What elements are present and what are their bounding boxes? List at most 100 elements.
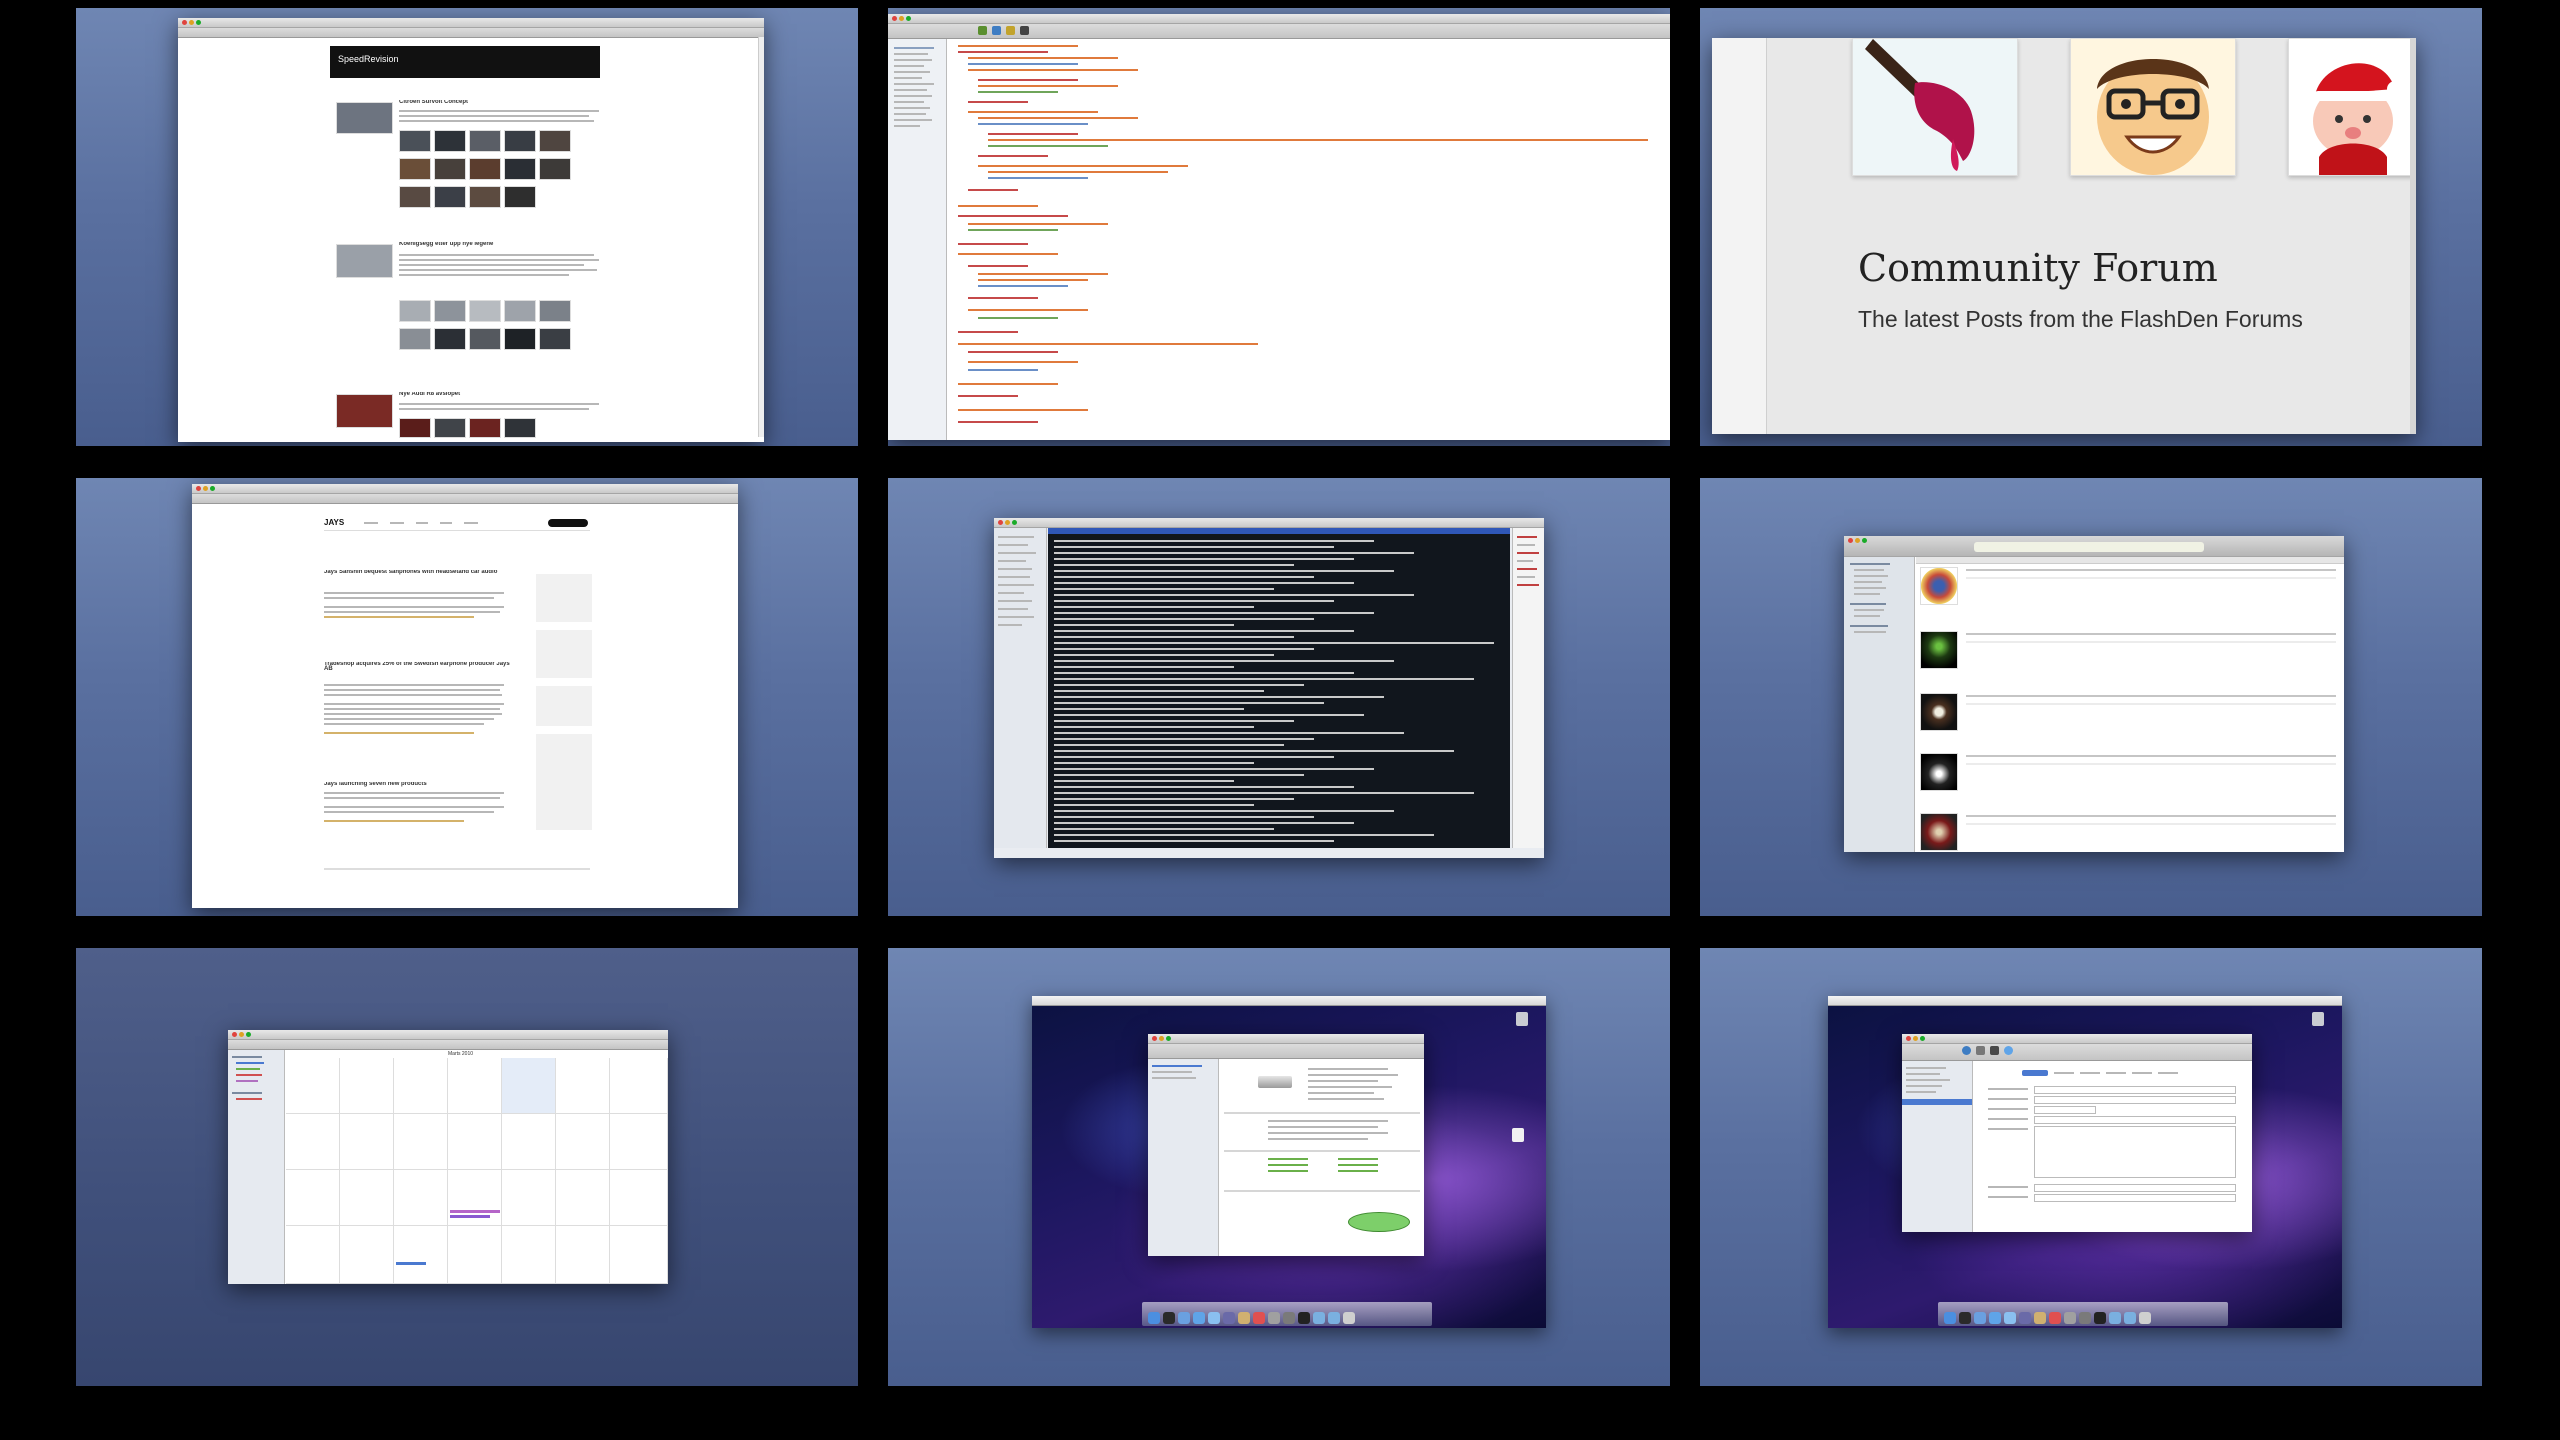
space-8[interactable] xyxy=(888,948,1670,1386)
window-titlebar[interactable] xyxy=(1844,536,2344,557)
now-playing-display xyxy=(1974,542,2204,552)
site-header: SpeedRevision xyxy=(330,46,600,78)
ical-icon xyxy=(1253,1312,1265,1324)
article-title[interactable]: Jays Sanshin bequest sanphones with head… xyxy=(324,570,504,575)
text-field[interactable] xyxy=(2034,1096,2236,1104)
desktop[interactable] xyxy=(1032,996,1546,1328)
track-list[interactable] xyxy=(1916,557,2344,852)
dock[interactable] xyxy=(1938,1302,2228,1326)
calendar-event[interactable] xyxy=(450,1210,500,1213)
space-3[interactable]: Community Forum The latest Posts from th… xyxy=(1700,8,2482,446)
terminal-icon xyxy=(1298,1312,1310,1324)
text-field[interactable] xyxy=(2034,1184,2236,1192)
album-art[interactable] xyxy=(1920,753,1958,791)
post-title[interactable]: Koenigsegg etter upp nye legene xyxy=(399,242,579,247)
pref-icon[interactable] xyxy=(1962,1046,1971,1055)
toolbar-icon[interactable] xyxy=(978,26,987,35)
toolbar-icon[interactable] xyxy=(1006,26,1015,35)
text-field[interactable] xyxy=(2034,1086,2236,1094)
album-art[interactable] xyxy=(1920,693,1958,731)
toolbar-icon[interactable] xyxy=(1020,26,1029,35)
month-label: Marts 2010 xyxy=(448,1051,474,1057)
window-titlebar[interactable] xyxy=(228,1030,668,1040)
code-editor-window[interactable] xyxy=(888,14,1670,440)
calendar-event[interactable] xyxy=(450,1215,490,1218)
terminal-output[interactable] xyxy=(1048,528,1510,848)
avatar-santa[interactable] xyxy=(2288,38,2416,176)
text-area[interactable] xyxy=(2034,1126,2236,1178)
safari-window[interactable]: JAYS Jays Sanshin bequest sanphones with… xyxy=(192,484,738,908)
ichat-icon xyxy=(1208,1312,1220,1324)
scrollbar[interactable] xyxy=(2410,38,2416,434)
space-1[interactable]: SpeedRevision Citroen Survolt Concept Ko… xyxy=(76,8,858,446)
paintbrush-icon xyxy=(1853,39,2017,175)
terminal-sidebar[interactable] xyxy=(994,528,1047,848)
window-titlebar[interactable] xyxy=(192,484,738,494)
text-field[interactable] xyxy=(2034,1116,2236,1124)
spaces-grid: SpeedRevision Citroen Survolt Concept Ko… xyxy=(0,0,2560,1440)
search-field[interactable] xyxy=(548,519,588,527)
window-titlebar[interactable] xyxy=(1148,1034,1424,1044)
calendar-event[interactable] xyxy=(396,1262,426,1265)
space-7[interactable]: Marts 2010 xyxy=(76,948,858,1386)
pref-icon[interactable] xyxy=(2004,1046,2013,1055)
post-title[interactable]: Nye Audi R8 avslopet xyxy=(399,392,559,397)
dropdown[interactable] xyxy=(2034,1106,2096,1114)
settings-tabs[interactable] xyxy=(1982,1070,2242,1076)
window-titlebar[interactable] xyxy=(994,518,1544,528)
space-9[interactable] xyxy=(1700,948,2482,1386)
safari-window[interactable]: SpeedRevision Citroen Survolt Concept Ko… xyxy=(178,18,764,442)
menu-bar[interactable] xyxy=(1032,996,1546,1006)
file-sidebar[interactable] xyxy=(888,39,947,440)
desktop-drive-icon[interactable] xyxy=(2312,1012,2324,1026)
ical-icon xyxy=(2049,1312,2061,1324)
page-left-panel xyxy=(1712,38,1767,434)
window-titlebar[interactable] xyxy=(1902,1034,2252,1044)
window-titlebar[interactable] xyxy=(178,18,764,28)
pref-icon[interactable] xyxy=(1976,1046,1985,1055)
itunes-window[interactable] xyxy=(1844,536,2344,852)
system-profiler-window[interactable] xyxy=(1148,1034,1424,1256)
site-logo[interactable]: JAYS xyxy=(324,518,344,527)
avatar-glasses-man[interactable] xyxy=(2070,38,2236,176)
account-list[interactable] xyxy=(1902,1061,1973,1232)
trash-icon xyxy=(2139,1312,2151,1324)
space-4[interactable]: JAYS Jays Sanshin bequest sanphones with… xyxy=(76,478,858,916)
article-title[interactable]: Tradeshop acquires 25% of the Swedish ea… xyxy=(324,662,514,672)
pref-icon[interactable] xyxy=(1990,1046,1999,1055)
desktop-file-icon[interactable] xyxy=(1512,1128,1524,1142)
desktop[interactable] xyxy=(1828,996,2342,1328)
album-art[interactable] xyxy=(1920,567,1958,605)
profiler-sidebar[interactable] xyxy=(1148,1059,1219,1256)
itunes-sidebar[interactable] xyxy=(1844,557,1915,852)
avatar-paintbrush[interactable] xyxy=(1852,38,2018,176)
space-5[interactable] xyxy=(888,478,1670,916)
mail-icon xyxy=(1974,1312,1986,1324)
space-2[interactable] xyxy=(888,8,1670,446)
desktop-drive-icon[interactable] xyxy=(1516,1012,1528,1026)
terminal-list[interactable] xyxy=(1512,528,1544,848)
finder-icon xyxy=(1148,1312,1160,1324)
forum-window[interactable]: Community Forum The latest Posts from th… xyxy=(1712,38,2416,434)
code-area[interactable] xyxy=(948,39,1666,439)
calendar-list[interactable] xyxy=(228,1050,285,1284)
album-art[interactable] xyxy=(1920,631,1958,669)
ical-window[interactable]: Marts 2010 xyxy=(228,1030,668,1284)
space-6[interactable] xyxy=(1700,478,2482,916)
mail-icon xyxy=(1178,1312,1190,1324)
scrollbar[interactable] xyxy=(758,37,764,437)
album-art[interactable] xyxy=(1920,813,1958,851)
toolbar-icon[interactable] xyxy=(992,26,1001,35)
dock[interactable] xyxy=(1142,1302,1432,1326)
text-field[interactable] xyxy=(2034,1194,2236,1202)
browser-toolbar xyxy=(178,28,764,38)
post-title[interactable]: Citroen Survolt Concept xyxy=(399,100,559,105)
terminal-window[interactable] xyxy=(994,518,1544,858)
window-titlebar[interactable] xyxy=(888,14,1670,24)
menu-bar[interactable] xyxy=(1828,996,2342,1006)
syspref-icon xyxy=(2079,1312,2091,1324)
month-grid[interactable] xyxy=(286,1058,668,1284)
system-preferences-window[interactable] xyxy=(1902,1034,2252,1232)
article-title[interactable]: Jays launching seven new products xyxy=(324,782,504,787)
finder-icon xyxy=(1944,1312,1956,1324)
